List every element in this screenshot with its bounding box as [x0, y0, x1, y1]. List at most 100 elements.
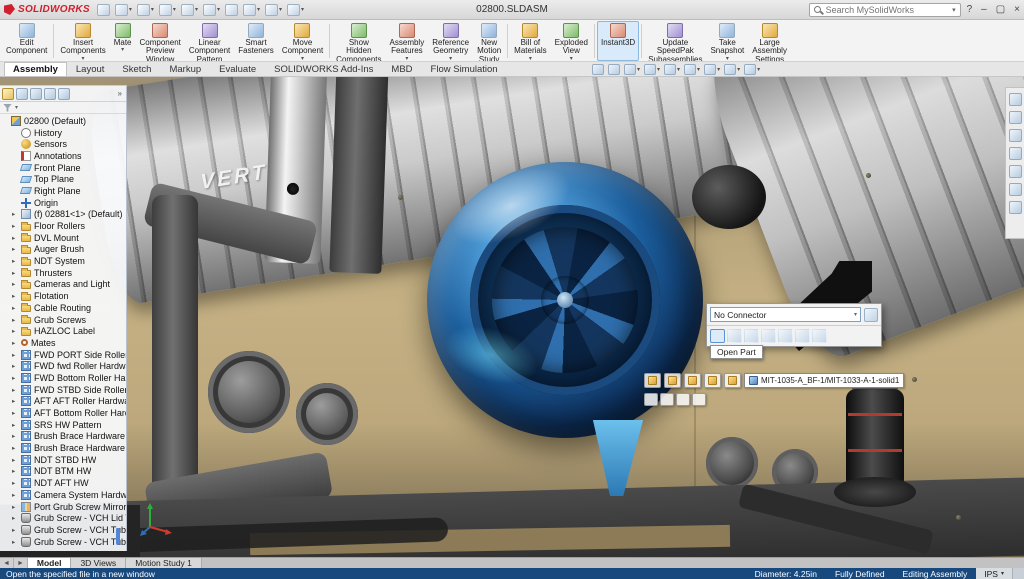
- expand-arrow-icon[interactable]: ▸: [12, 444, 18, 452]
- new-document-button[interactable]: ▾: [114, 3, 133, 17]
- ribbon-button-exploded-view[interactable]: Exploded View▾: [551, 21, 592, 61]
- tab-flow-simulation[interactable]: Flow Simulation: [422, 62, 507, 76]
- quick-filter-vertex-icon[interactable]: [676, 393, 690, 406]
- scroll-tabs-right-button[interactable]: ►: [14, 558, 28, 568]
- zoom-to-selection-icon[interactable]: [744, 329, 759, 343]
- tree-item-aft-bottom-roller-hardware-hd[interactable]: ▸AFT Bottom Roller Hardware HD: [0, 407, 126, 419]
- ribbon-button-large-assembly-settings[interactable]: Large Assembly Settings▾: [748, 21, 791, 61]
- close-button[interactable]: ×: [1014, 4, 1020, 15]
- edit-appearance-button[interactable]: ▾: [724, 64, 740, 75]
- expand-arrow-icon[interactable]: ▸: [12, 397, 18, 405]
- propertymanager-icon[interactable]: [16, 88, 28, 100]
- tree-item-fwd-bottom-roller-hardware[interactable]: ▸FWD Bottom Roller Hardware: [0, 372, 126, 384]
- ribbon-button-move-component[interactable]: Move Component▾: [278, 21, 327, 61]
- minimize-button[interactable]: –: [981, 4, 987, 15]
- custom-properties-icon[interactable]: [1009, 183, 1022, 196]
- configure-component-icon[interactable]: [761, 329, 776, 343]
- dimxpertmanager-icon[interactable]: [44, 88, 56, 100]
- print-document-button[interactable]: ▾: [180, 3, 199, 17]
- expand-arrow-icon[interactable]: ▸: [12, 351, 18, 359]
- tab-mbd[interactable]: MBD: [382, 62, 421, 76]
- tab-markup[interactable]: Markup: [160, 62, 210, 76]
- solidworks-forum-icon[interactable]: [1009, 201, 1022, 214]
- expand-arrow-icon[interactable]: ▸: [12, 386, 18, 394]
- appearance-icon[interactable]: [812, 329, 827, 343]
- graphics-viewport[interactable]: VERTI: [0, 77, 1024, 557]
- expand-arrow-icon[interactable]: ▸: [12, 210, 18, 218]
- displaymanager-icon[interactable]: [58, 88, 70, 100]
- tree-item-brush-brace-hardware-2[interactable]: ▸Brush Brace Hardware 2: [0, 442, 126, 454]
- tree-item-history[interactable]: History: [0, 127, 126, 139]
- ribbon-button-take-snapshot[interactable]: Take Snapshot▾: [706, 21, 748, 61]
- search-caret-icon[interactable]: ▾: [952, 6, 956, 14]
- roller-end-cap[interactable]: [692, 165, 766, 229]
- expand-arrow-icon[interactable]: ▸: [12, 538, 18, 546]
- ribbon-button-insert-components[interactable]: Insert Components▾: [56, 21, 109, 61]
- expand-arrow-icon[interactable]: ▸: [12, 316, 18, 324]
- expand-arrow-icon[interactable]: ▸: [12, 374, 18, 382]
- ribbon-button-component-preview-window[interactable]: Component Preview Window: [136, 21, 185, 61]
- expand-arrow-icon[interactable]: ▸: [12, 362, 18, 370]
- ribbon-button-edit-component[interactable]: Edit Component: [2, 21, 51, 61]
- expand-arrow-icon[interactable]: ▸: [12, 409, 18, 417]
- help-button[interactable]: ?: [967, 4, 973, 15]
- tree-item-ndt-aft-hw[interactable]: ▸NDT AFT HW: [0, 477, 126, 489]
- tree-item-grub-screws[interactable]: ▸Grub Screws: [0, 314, 126, 326]
- zoom-to-area-button[interactable]: [608, 64, 620, 75]
- tree-item-aft-aft-roller-hardware[interactable]: ▸AFT AFT Roller Hardware: [0, 396, 126, 408]
- tree-item-ndt-system[interactable]: ▸NDT System: [0, 255, 126, 267]
- redo-button[interactable]: [224, 3, 239, 17]
- expand-arrow-icon[interactable]: ▸: [12, 327, 18, 335]
- tree-item-flotation[interactable]: ▸Flotation: [0, 290, 126, 302]
- ribbon-button-show-hidden-components[interactable]: Show Hidden Components: [332, 21, 385, 61]
- dark-bracket-part[interactable]: [329, 77, 388, 274]
- ribbon-button-mate[interactable]: Mate▾: [110, 21, 136, 61]
- open-document-button[interactable]: ▾: [136, 3, 155, 17]
- tab-layout[interactable]: Layout: [67, 62, 114, 76]
- expand-arrow-icon[interactable]: ▸: [12, 514, 18, 522]
- expand-arrow-icon[interactable]: ▸: [12, 280, 18, 288]
- ribbon-button-bill-of-materials[interactable]: Bill of Materials▾: [510, 21, 550, 61]
- ribbon-button-smart-fasteners[interactable]: Smart Fasteners: [234, 21, 278, 61]
- aft-thruster-base[interactable]: [834, 477, 916, 507]
- section-view-button[interactable]: ▾: [644, 64, 660, 75]
- bottom-tab-motion-study-1[interactable]: Motion Study 1: [126, 558, 202, 568]
- zoom-to-fit-button[interactable]: [592, 64, 604, 75]
- breadcrumb-body-icon[interactable]: [704, 373, 721, 388]
- expand-arrow-icon[interactable]: ▸: [12, 421, 18, 429]
- ribbon-button-new-motion-study[interactable]: New Motion Study: [473, 21, 505, 61]
- options-button[interactable]: ▾: [286, 3, 305, 17]
- unit-system-selector[interactable]: IPS ▾: [976, 568, 1012, 579]
- tree-item-ndt-stbd-hw[interactable]: ▸NDT STBD HW: [0, 454, 126, 466]
- hide-show-items-button[interactable]: ▾: [704, 64, 720, 75]
- tab-assembly[interactable]: Assembly: [4, 62, 67, 76]
- expand-arrow-icon[interactable]: ▸: [12, 245, 18, 253]
- tree-item-camera-system-hardware-pattern[interactable]: ▸Camera System Hardware Pattern: [0, 489, 126, 501]
- breadcrumb-assembly-icon[interactable]: [644, 373, 661, 388]
- featuremanager-tree-icon[interactable]: [2, 88, 14, 100]
- ribbon-button-linear-component-pattern[interactable]: Linear Component Pattern▾: [185, 21, 234, 61]
- undo-button[interactable]: ▾: [202, 3, 221, 17]
- configurationmanager-icon[interactable]: [30, 88, 42, 100]
- view-palette-icon[interactable]: [1009, 147, 1022, 160]
- tree-item-top-plane[interactable]: Top Plane: [0, 173, 126, 185]
- expand-arrow-icon[interactable]: ▸: [12, 257, 18, 265]
- view-orientation-button[interactable]: ▾: [664, 64, 680, 75]
- bottom-tab-model[interactable]: Model: [28, 558, 72, 568]
- expand-arrow-icon[interactable]: ▸: [12, 432, 18, 440]
- ribbon-button-assembly-features[interactable]: Assembly Features▾: [386, 21, 429, 61]
- expand-arrow-icon[interactable]: ▸: [12, 222, 18, 230]
- ribbon-button-update-speedpak-subassemblies[interactable]: Update SpeedPak Subassemblies: [644, 21, 706, 61]
- tree-item-fwd-port-side-roller-hardware[interactable]: ▸FWD PORT Side Roller Hardware: [0, 349, 126, 361]
- maximize-button[interactable]: ▢: [996, 4, 1005, 15]
- tree-item-origin[interactable]: Origin: [0, 197, 126, 209]
- roller-wheel-large[interactable]: [208, 351, 290, 433]
- tree-item-floor-rollers[interactable]: ▸Floor Rollers: [0, 220, 126, 232]
- tree-item-ndt-btm-hw[interactable]: ▸NDT BTM HW: [0, 466, 126, 478]
- tree-filter-bar[interactable]: ▾: [0, 102, 126, 114]
- tree-item-thrusters[interactable]: ▸Thrusters: [0, 267, 126, 279]
- search-input[interactable]: [824, 4, 949, 16]
- previous-view-button[interactable]: ▾: [624, 64, 640, 75]
- aft-thruster-body[interactable]: [846, 389, 904, 489]
- frame-disk-left[interactable]: [706, 437, 758, 489]
